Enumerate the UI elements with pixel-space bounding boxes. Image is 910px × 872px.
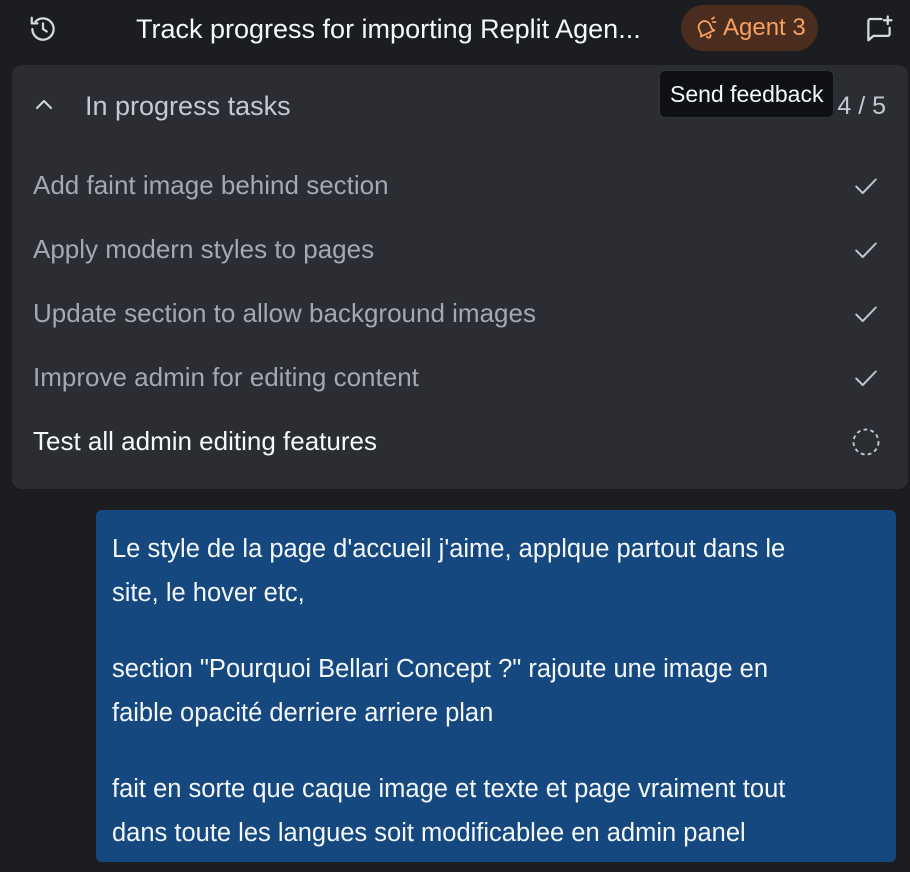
- tasks-count: 4 / 5: [837, 92, 886, 120]
- agent-badge-label: Agent 3: [723, 14, 806, 41]
- agent-badge[interactable]: Agent 3: [681, 5, 818, 51]
- task-label: Add faint image behind section: [33, 170, 389, 200]
- message-line: dans toute les langues soit modificablee…: [112, 819, 746, 847]
- message-paragraph: Le style de la page d'accueil j'aime, ap…: [112, 527, 880, 615]
- history-icon: [28, 14, 58, 44]
- task-item: Test all admin editing features: [12, 410, 908, 474]
- checkmark-icon: [850, 298, 882, 330]
- task-label: Test all admin editing features: [33, 426, 377, 456]
- checkmark-icon: [850, 170, 882, 202]
- message-line: Le style de la page d'accueil j'aime, ap…: [112, 535, 786, 563]
- message-line: site, le hover etc,: [112, 579, 305, 607]
- task-label: Update section to allow background image…: [33, 298, 536, 328]
- user-message: Le style de la page d'accueil j'aime, ap…: [96, 510, 896, 862]
- chevron-up-icon[interactable]: [32, 93, 56, 117]
- history-button[interactable]: [26, 12, 60, 46]
- message-line: faible opacité derriere arriere plan: [112, 699, 494, 727]
- message-paragraph: section "Pourquoi Bellari Concept ?" raj…: [112, 647, 880, 735]
- task-label: Apply modern styles to pages: [33, 234, 375, 264]
- in-progress-spinner-icon: [850, 426, 882, 458]
- message-line: section "Pourquoi Bellari Concept ?" raj…: [112, 655, 769, 683]
- send-feedback-tooltip: Send feedback: [659, 70, 835, 118]
- tasks-panel: In progress tasks 4 / 5 Add faint image …: [12, 65, 908, 489]
- tasks-title: In progress tasks: [85, 91, 291, 121]
- task-item: Improve admin for editing content: [12, 346, 908, 410]
- checkmark-icon: [850, 234, 882, 266]
- task-item: Update section to allow background image…: [12, 282, 908, 346]
- top-bar: Track progress for importing Replit Agen…: [0, 0, 910, 58]
- message-plus-icon: [864, 14, 894, 44]
- checkmark-icon: [850, 362, 882, 394]
- task-label: Improve admin for editing content: [33, 362, 419, 392]
- message-paragraph: fait en sorte que caque image et texte e…: [112, 767, 880, 855]
- task-item: Apply modern styles to pages: [12, 218, 908, 282]
- message-line: fait en sorte que caque image et texte e…: [112, 775, 786, 803]
- bell-icon: [693, 16, 717, 40]
- send-feedback-button[interactable]: [862, 12, 896, 46]
- task-item: Add faint image behind section: [12, 154, 908, 218]
- page-title: Track progress for importing Replit Agen…: [136, 14, 641, 44]
